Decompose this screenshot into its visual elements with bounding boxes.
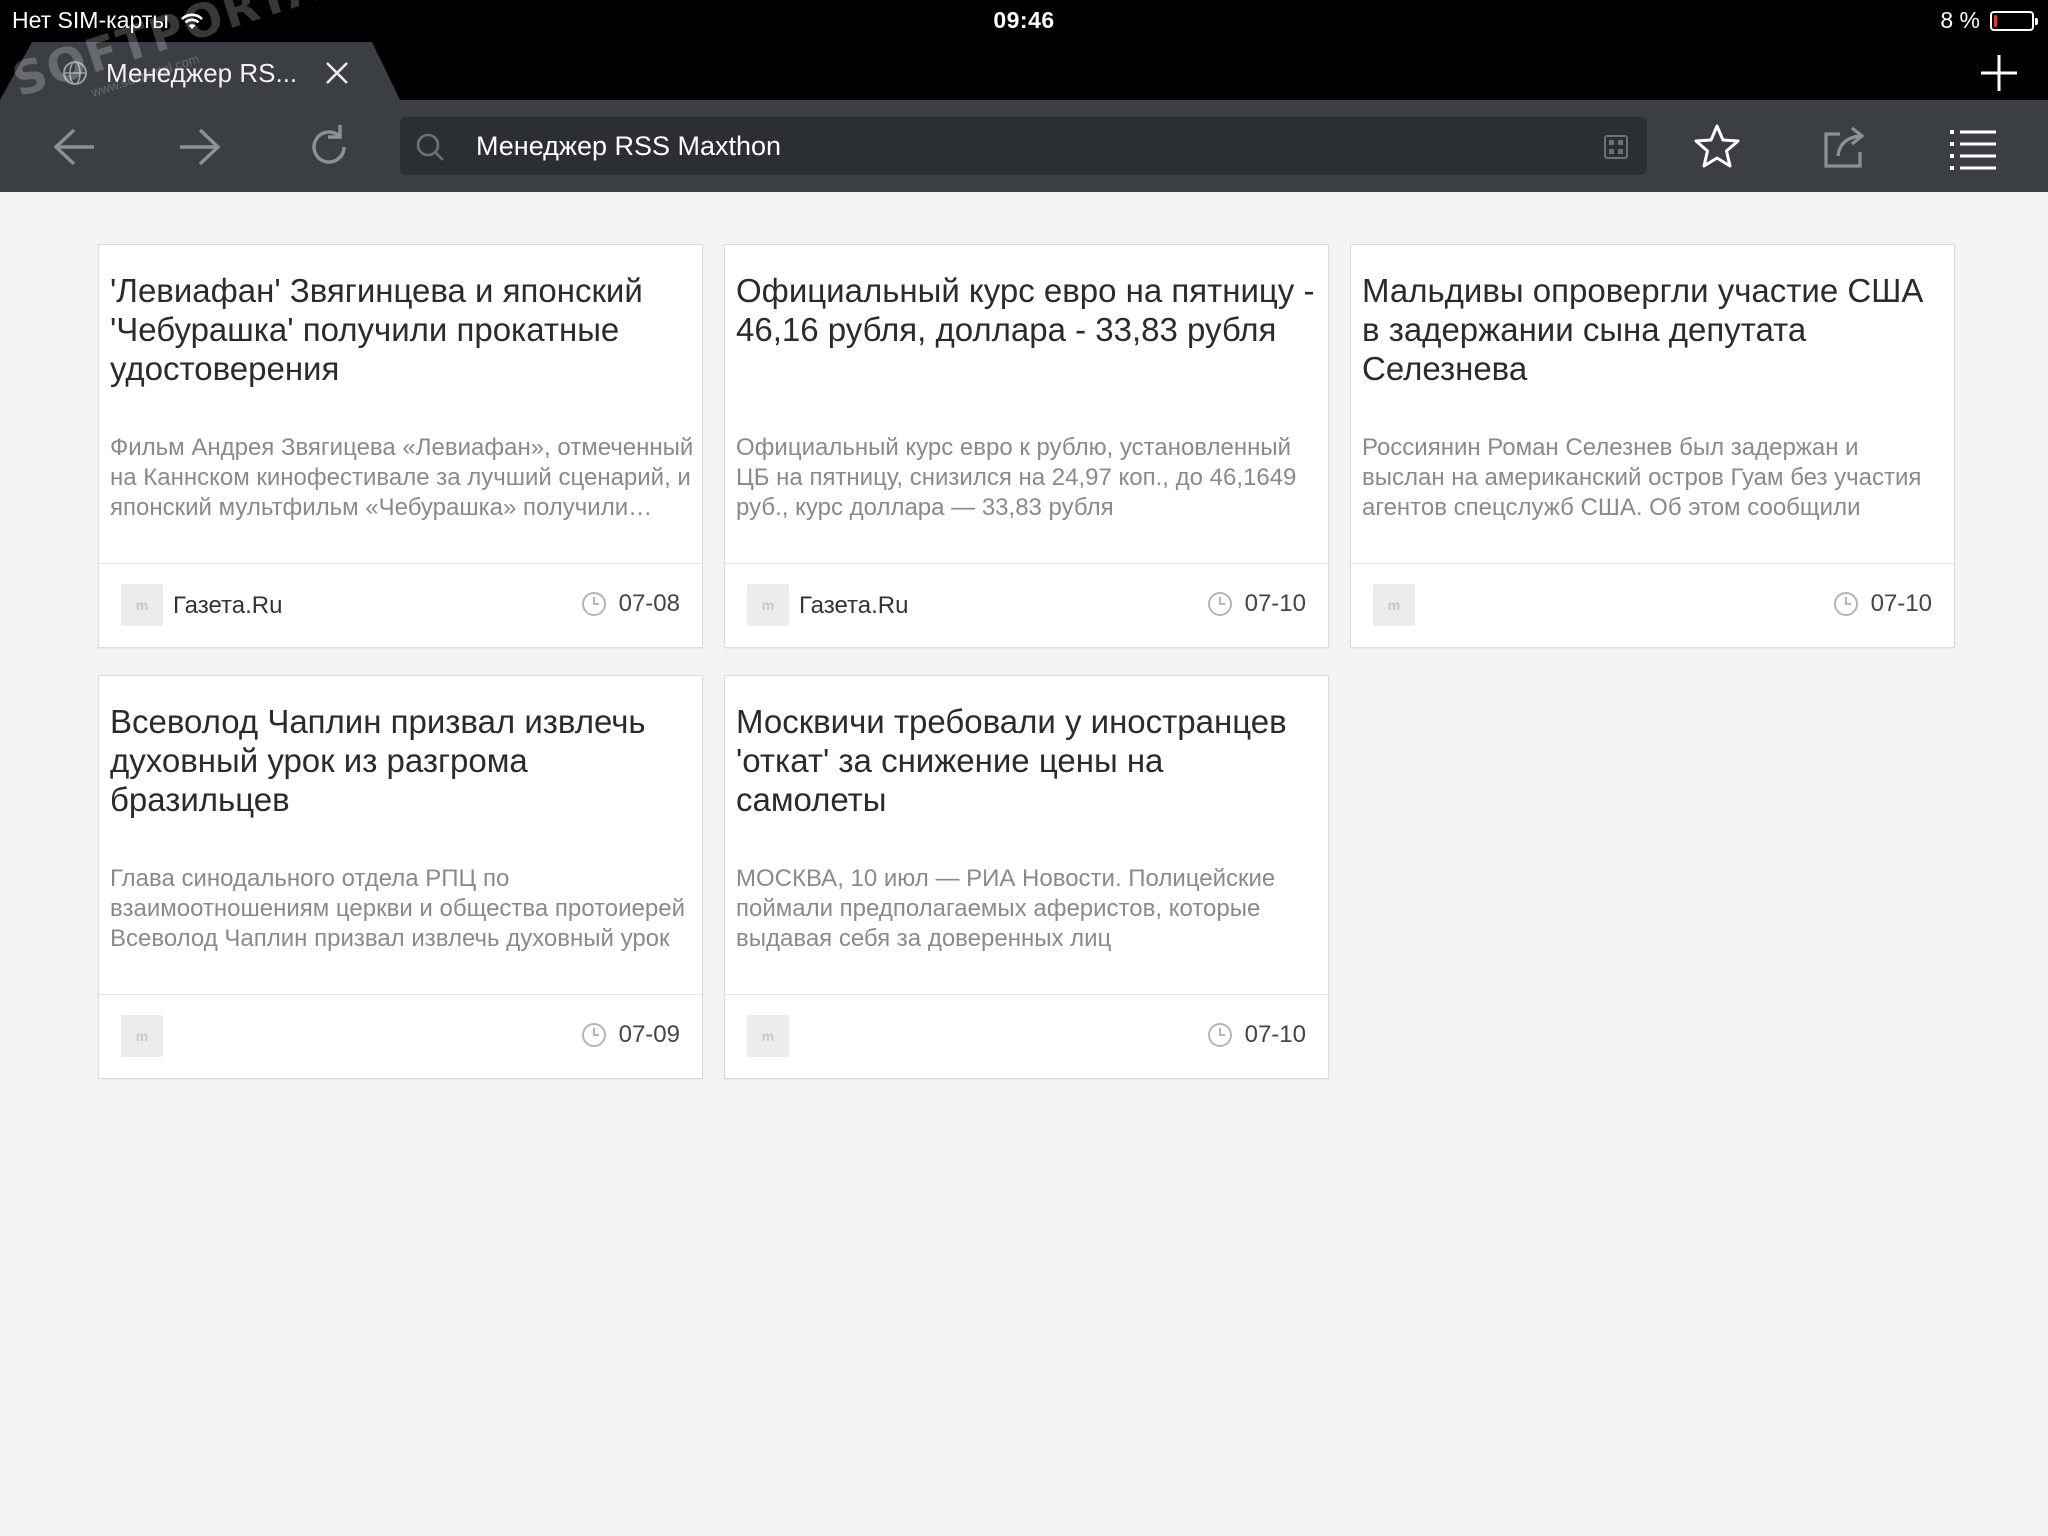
address-text: Менеджер RSS Maxthon <box>476 131 782 161</box>
card-date: 07-10 <box>1244 1021 1306 1048</box>
card-title[interactable]: 'Левиафан' Звягинцева и японский 'Чебура… <box>110 271 695 388</box>
clock-icon <box>581 1023 606 1047</box>
card-date-wrap: 07-09 <box>581 1021 680 1049</box>
card-date: 07-10 <box>1244 590 1306 617</box>
card-summary: Фильм Андрея Звягицева «Левиафан», отмеч… <box>110 434 694 521</box>
clock-icon <box>581 592 606 616</box>
source-name: Газета.Ru <box>173 592 283 619</box>
card-date-wrap: 07-10 <box>1207 1021 1306 1049</box>
address-bar[interactable]: Менеджер RSS Maxthon <box>400 117 1647 175</box>
card-summary: Глава синодального отдела РПЦ по взаимоо… <box>110 865 685 952</box>
arrow-right-icon[interactable] <box>176 122 226 172</box>
card-footer: m Газета.Ru 07-08 <box>99 563 702 647</box>
close-icon[interactable] <box>322 58 352 88</box>
source-logo-icon: m <box>747 584 789 626</box>
card-date: 07-10 <box>1870 590 1932 617</box>
search-icon <box>416 133 444 161</box>
tab-title: Менеджер RS... <box>106 58 298 88</box>
card-footer: m 07-09 <box>99 994 702 1078</box>
card-summary: МОСКВА, 10 июл — РИА Новости. Полицейски… <box>736 865 1276 952</box>
arrow-left-icon[interactable] <box>48 122 98 172</box>
card-date-wrap: 07-10 <box>1833 590 1932 618</box>
clock-icon <box>1833 592 1858 616</box>
globe-icon <box>63 61 87 85</box>
share-icon[interactable] <box>1820 122 1870 172</box>
card-footer: m 07-10 <box>1351 563 1954 647</box>
card-title[interactable]: Официальный курс евро на пятницу - 46,16… <box>736 271 1321 349</box>
reload-icon[interactable] <box>304 122 354 172</box>
source-logo-icon: m <box>121 1015 163 1057</box>
clock-icon <box>1207 592 1232 616</box>
card-date-wrap: 07-08 <box>581 590 680 618</box>
news-card[interactable]: Официальный курс евро на пятницу - 46,16… <box>724 244 1329 648</box>
card-date-wrap: 07-10 <box>1207 590 1306 618</box>
qr-code-icon[interactable] <box>1603 134 1629 160</box>
news-card[interactable]: Мальдивы опровергли участие США в задерж… <box>1350 244 1955 648</box>
toolbar: Менеджер RSS Maxthon <box>0 100 2048 192</box>
menu-icon[interactable] <box>1948 122 1998 172</box>
tab-rss-manager[interactable]: Менеджер RS... <box>0 42 400 100</box>
star-icon[interactable] <box>1692 122 1742 172</box>
status-time: 09:46 <box>993 7 1055 33</box>
card-summary: Россиянин Роман Селезнев был задержан и … <box>1362 434 1922 521</box>
source-logo-icon: m <box>1373 584 1415 626</box>
news-card[interactable]: Всеволод Чаплин призвал извлечь духовный… <box>98 675 703 1079</box>
news-card[interactable]: 'Левиафан' Звягинцева и японский 'Чебура… <box>98 244 703 648</box>
card-footer: m Газета.Ru 07-10 <box>725 563 1328 647</box>
card-date: 07-09 <box>618 1021 680 1048</box>
card-title[interactable]: Москвичи требовали у иностранцев 'откат'… <box>736 702 1321 819</box>
source-logo-icon: m <box>747 1015 789 1057</box>
card-title[interactable]: Всеволод Чаплин призвал извлечь духовный… <box>110 702 695 819</box>
card-footer: m 07-10 <box>725 994 1328 1078</box>
battery-percent: 8 % <box>1940 7 1980 33</box>
source-logo-icon: m <box>121 584 163 626</box>
plus-icon[interactable] <box>1978 52 2020 94</box>
card-title[interactable]: Мальдивы опровергли участие США в задерж… <box>1362 271 1947 388</box>
battery-icon <box>1990 10 2038 31</box>
battery-fill <box>1994 14 1997 27</box>
card-summary: Официальный курс евро к рублю, установле… <box>736 434 1297 521</box>
status-bar: Нет SIM-карты 09:46 8 % <box>0 0 2048 40</box>
status-right: 8 % <box>1940 7 2038 34</box>
news-card[interactable]: Москвичи требовали у иностранцев 'откат'… <box>724 675 1329 1079</box>
clock-icon <box>1207 1023 1232 1047</box>
tab-strip: Менеджер RS... <box>0 40 2048 100</box>
source-name: Газета.Ru <box>799 592 909 619</box>
card-date: 07-08 <box>618 590 680 617</box>
